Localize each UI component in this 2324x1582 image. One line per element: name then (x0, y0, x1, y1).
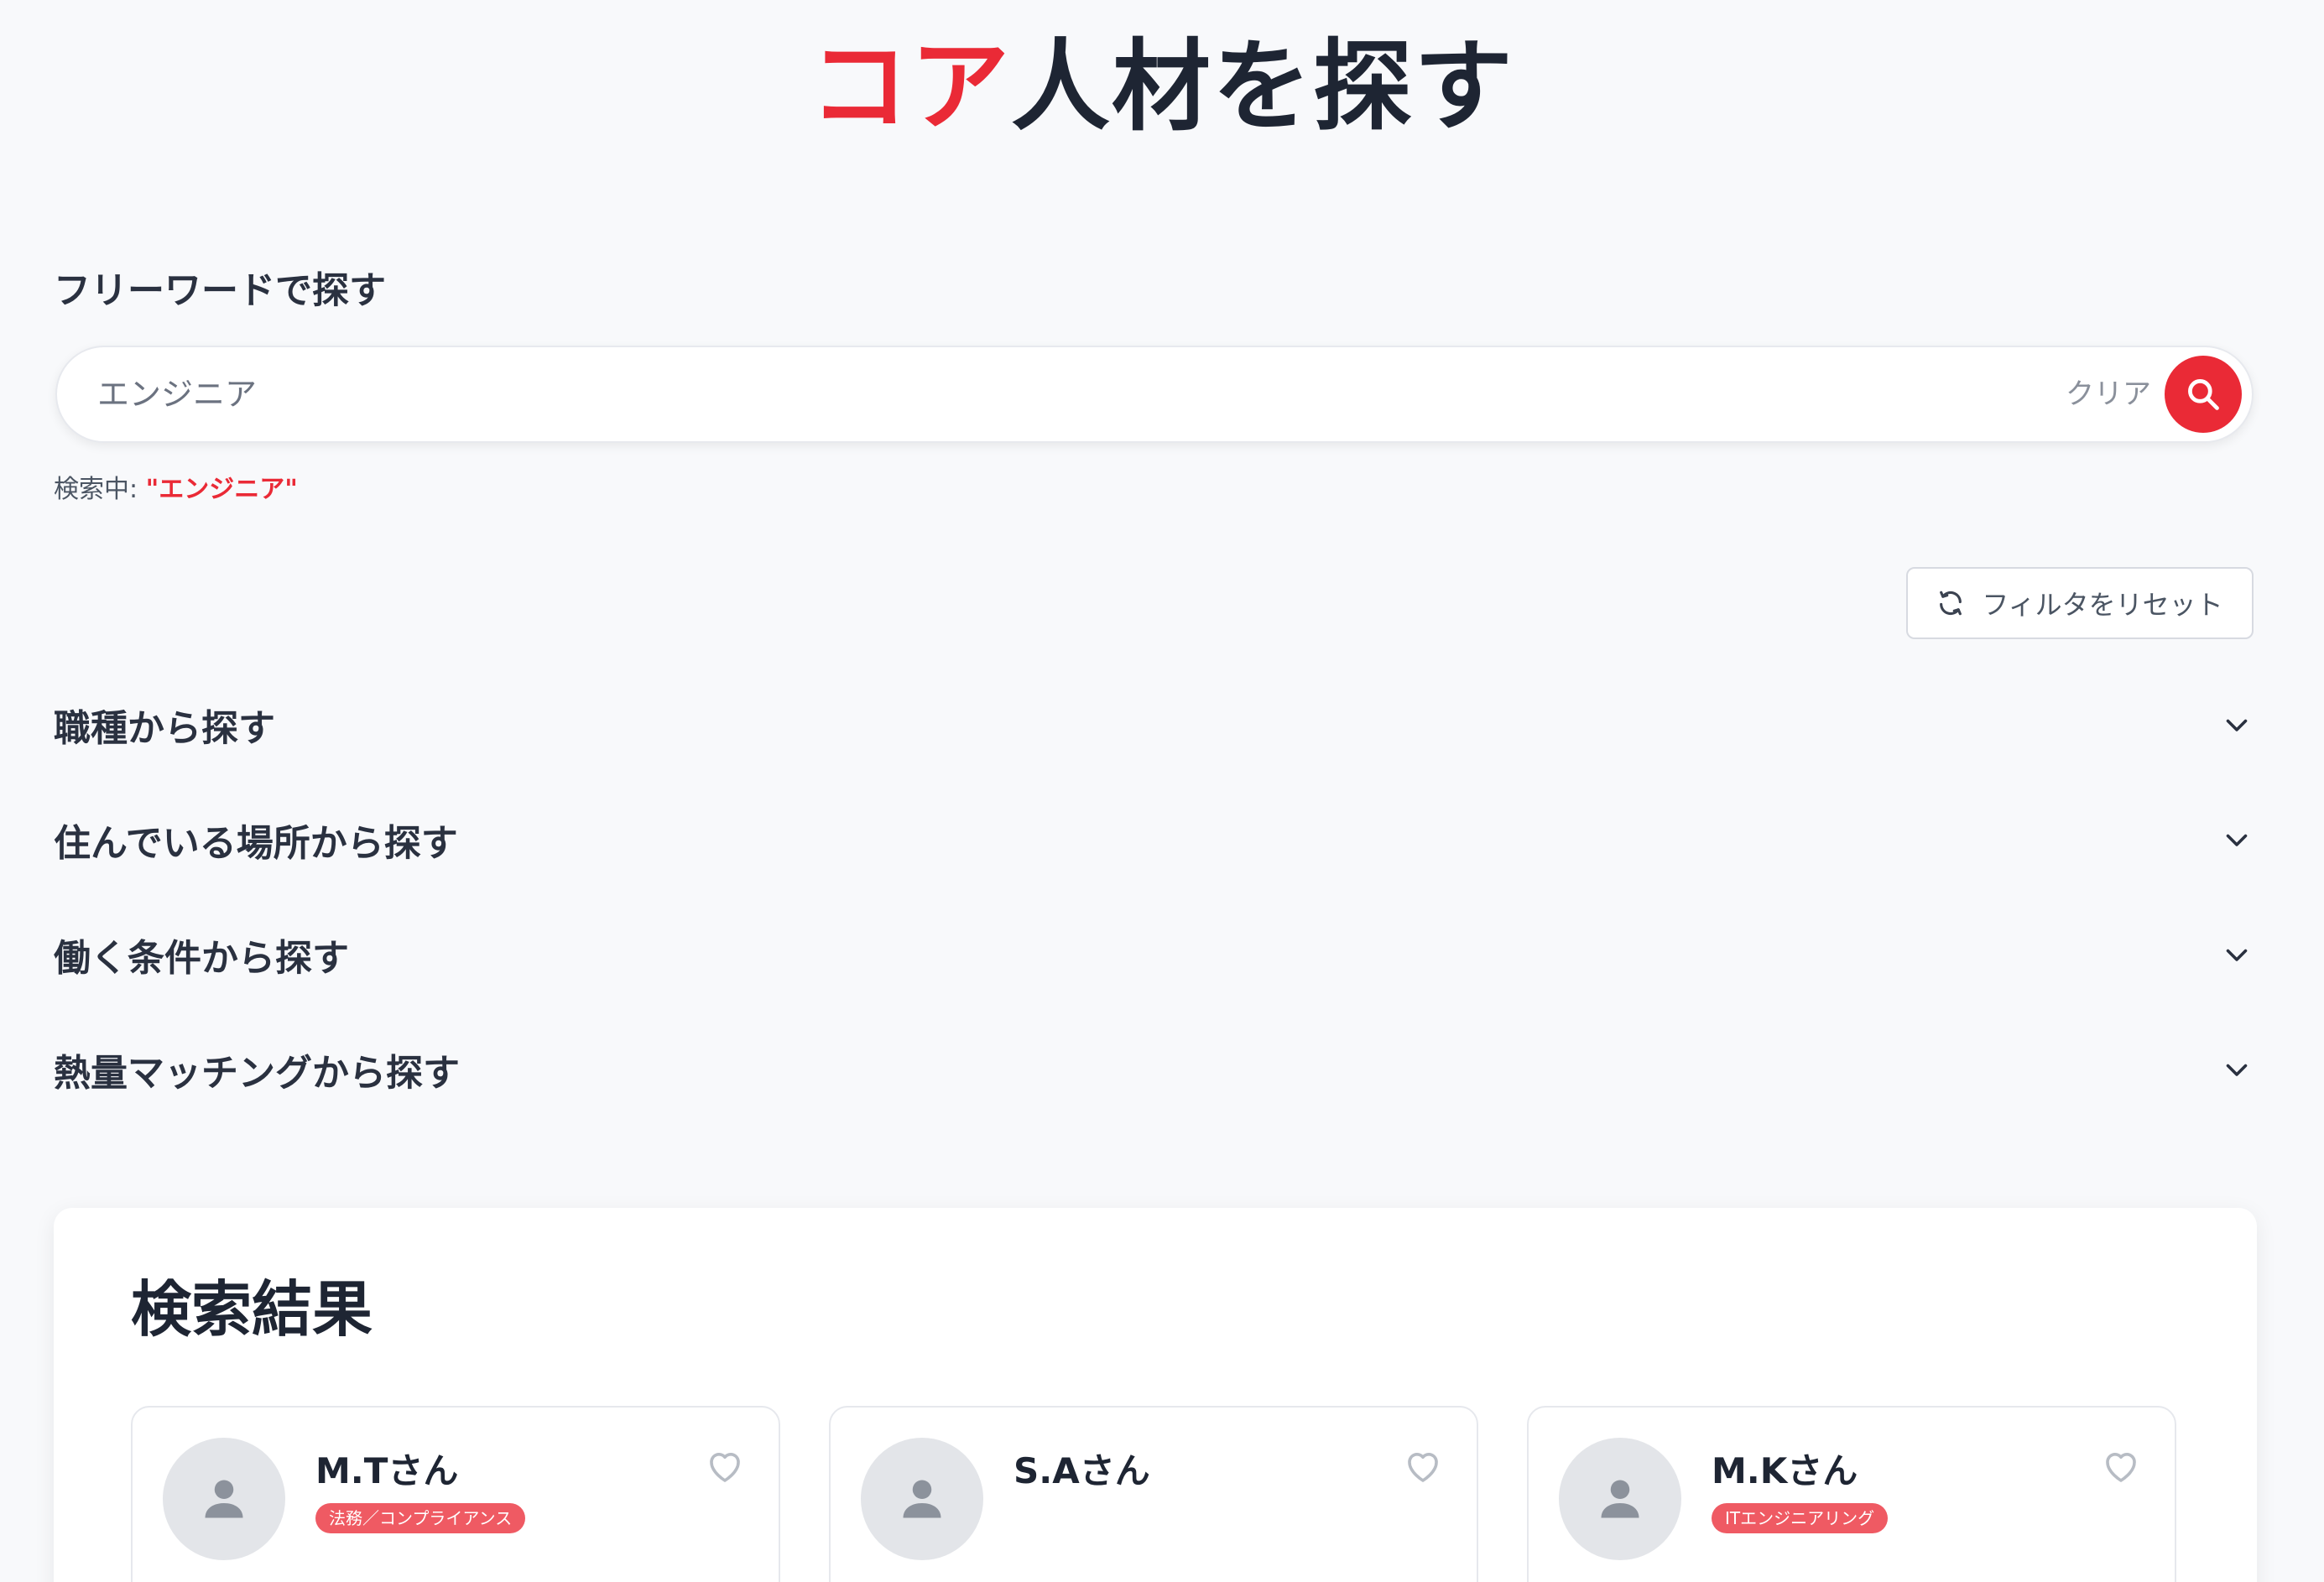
candidate-name: M.Kさん (1712, 1450, 1858, 1491)
search-button[interactable] (2165, 356, 2242, 433)
accordion-label: 住んでいる場所から探す (54, 822, 458, 865)
result-card[interactable]: S.Aさん (829, 1406, 1478, 1582)
page: コア人材を探す フリーワードで探す エンジニア クリア 検索中: "エンジニア"… (0, 0, 2324, 1582)
heart-icon (2106, 1453, 2136, 1482)
chevron-down-icon (2220, 823, 2254, 856)
reset-filters-label: フィルタをリセット (1982, 589, 2223, 621)
avatar (861, 1438, 983, 1560)
reset-filters-button[interactable]: フィルタをリセット (1906, 567, 2254, 639)
avatar (1559, 1438, 1681, 1560)
job-category-tag: ITエンジニアリング (1712, 1503, 1889, 1533)
accordion-job-type[interactable]: 職種から探す (54, 691, 2254, 758)
refresh-icon (1940, 591, 1962, 616)
page-title: コア人材を探す (0, 32, 2324, 141)
search-status: 検索中: "エンジニア" (54, 468, 298, 505)
accordion-work-conditions[interactable]: 働く条件から探す (54, 921, 2254, 988)
user-icon (1601, 1480, 1639, 1518)
search-input[interactable]: エンジニア クリア (55, 346, 2254, 443)
search-status-term: "エンジニア" (145, 475, 298, 504)
chevron-down-icon (2220, 1053, 2254, 1086)
page-title-accent: コア (809, 29, 1011, 144)
accordion-label: 熱量マッチングから探す (54, 1052, 460, 1095)
search-results-panel: 検索結果 M.Tさん 法務／コンプライアンス S.Aさん M.Kさん ITエンジ… (54, 1208, 2257, 1582)
user-icon (205, 1480, 243, 1518)
chevron-down-icon (2220, 938, 2254, 971)
job-category-tag: 法務／コンプライアンス (315, 1503, 526, 1533)
search-input-value[interactable]: エンジニア (97, 347, 257, 441)
clear-button[interactable]: クリア (2066, 347, 2151, 441)
user-icon (903, 1480, 941, 1518)
result-card[interactable]: M.Tさん 法務／コンプライアンス (131, 1406, 780, 1582)
page-title-rest: 人材を探す (1011, 29, 1515, 144)
accordion-passion-matching[interactable]: 熱量マッチングから探す (54, 1036, 2254, 1103)
heart-icon (710, 1453, 740, 1482)
avatar (163, 1438, 285, 1560)
favorite-button[interactable] (703, 1444, 747, 1488)
chevron-down-icon (2220, 708, 2254, 742)
favorite-button[interactable] (2099, 1444, 2143, 1488)
search-icon (2188, 379, 2219, 410)
favorite-button[interactable] (1401, 1444, 1445, 1488)
result-card[interactable]: M.Kさん ITエンジニアリング (1527, 1406, 2176, 1582)
accordion-label: 働く条件から探す (54, 937, 349, 980)
accordion-location[interactable]: 住んでいる場所から探す (54, 806, 2254, 873)
freeword-section-label: フリーワードで探す (54, 269, 386, 312)
candidate-name: M.Tさん (315, 1450, 459, 1491)
search-results-title: 検索結果 (131, 1274, 373, 1345)
heart-icon (1408, 1453, 1438, 1482)
search-status-prefix: 検索中: (54, 475, 146, 504)
accordion-label: 職種から探す (54, 707, 275, 750)
candidate-name: S.Aさん (1013, 1450, 1150, 1491)
